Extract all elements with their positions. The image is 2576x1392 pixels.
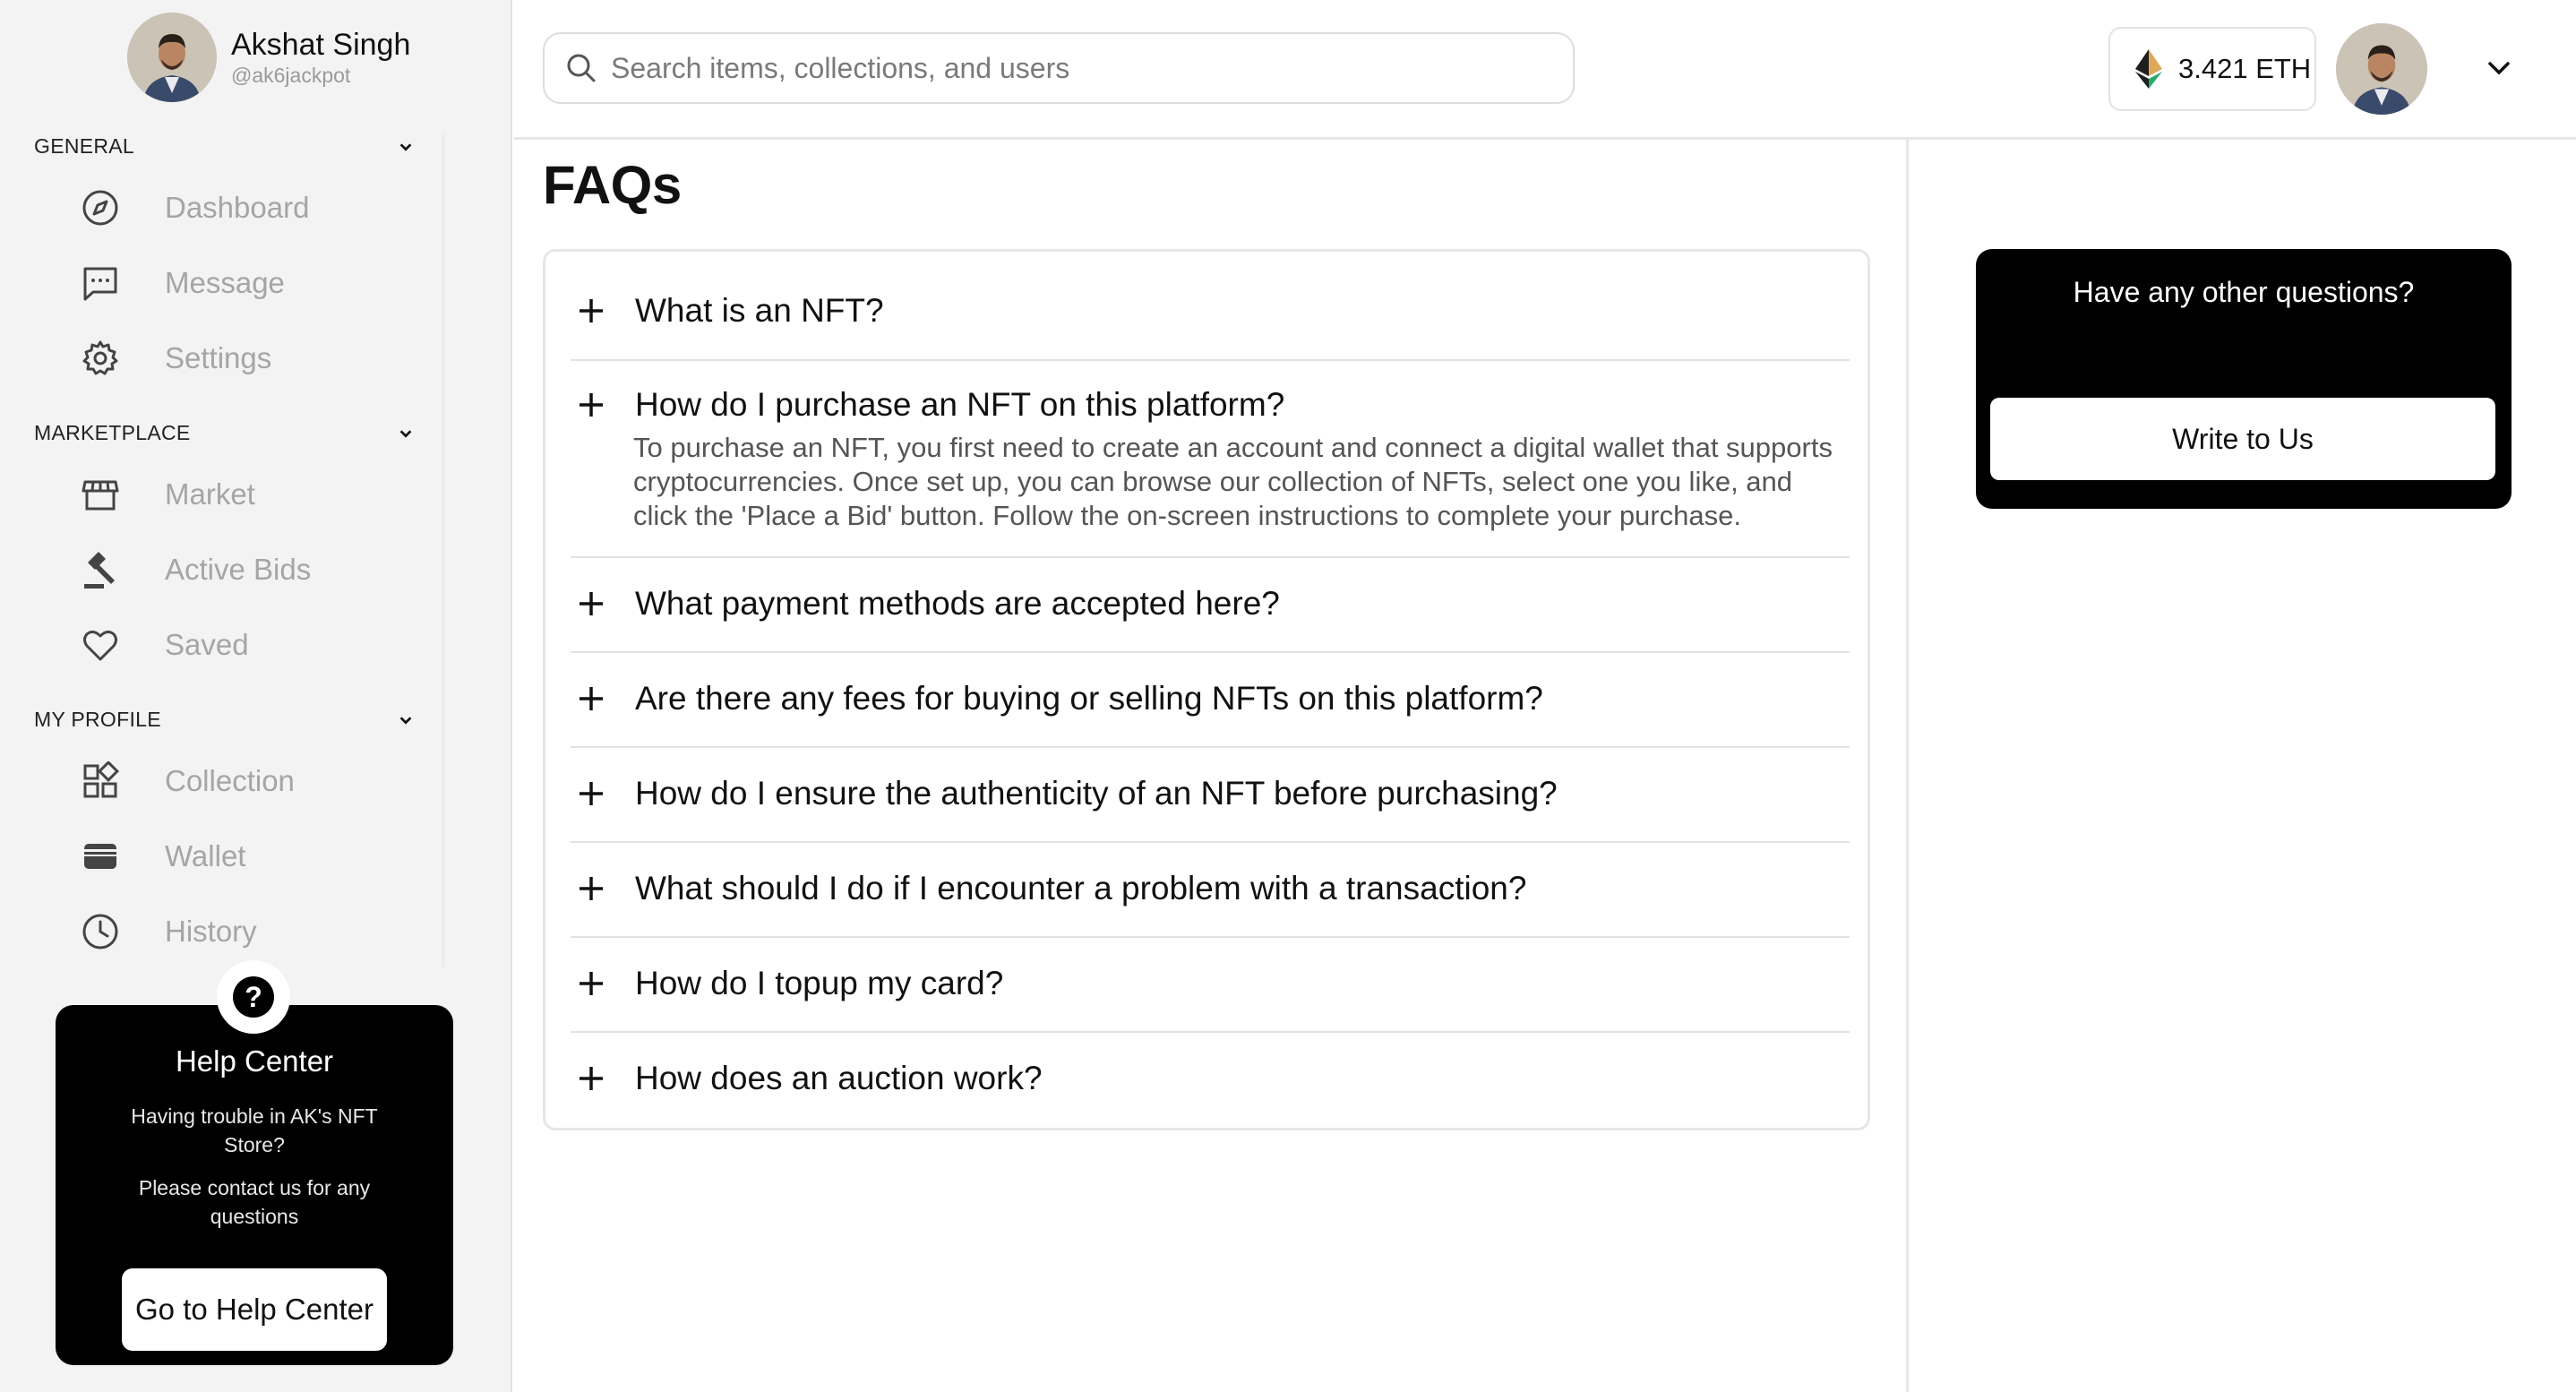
topbar: 3.421 ETH [514, 0, 2576, 140]
sidebar-item-label: Collection [165, 764, 295, 797]
chevron-down-icon [399, 142, 412, 151]
plus-icon [580, 687, 603, 710]
user-name: Akshat Singh [231, 28, 411, 62]
clock-icon [79, 910, 122, 953]
store-icon [79, 473, 122, 516]
faq-item[interactable]: What payment methods are accepted here? [571, 558, 1850, 653]
faq-item[interactable]: How do I topup my card? [571, 938, 1850, 1033]
faq-question: What should I do if I encounter a proble… [635, 870, 1527, 907]
eth-balance: 3.421 ETH [2178, 53, 2312, 84]
help-center-card: Help Center Having trouble in AK's NFT S… [56, 1005, 453, 1365]
heart-icon [79, 623, 122, 666]
sidebar: Akshat Singh @ak6jackpot GENERAL Dashboa… [0, 0, 512, 1392]
gavel-icon [79, 548, 122, 591]
plus-icon [580, 393, 603, 417]
faq-item[interactable]: What is an NFT? [571, 252, 1850, 361]
section-title: MY PROFILE [34, 708, 161, 731]
sidebar-item-label: Dashboard [165, 191, 310, 224]
content-divider [1906, 140, 1909, 1392]
grid-icon [79, 760, 122, 803]
faq-list: What is an NFT? How do I purchase an NFT… [543, 249, 1870, 1130]
wallet-icon [79, 835, 122, 878]
section-title: MARKETPLACE [34, 421, 191, 444]
sidebar-item-label: Market [165, 477, 255, 511]
faq-question: Are there any fees for buying or selling… [635, 680, 1543, 717]
sidebar-item-wallet[interactable]: Wallet [79, 829, 437, 883]
faq-question: How does an auction work? [635, 1060, 1043, 1096]
search-bar[interactable] [543, 32, 1575, 104]
plus-icon [580, 1067, 603, 1090]
faq-item[interactable]: What should I do if I encounter a proble… [571, 843, 1850, 938]
section-general-header[interactable]: GENERAL [34, 134, 414, 159]
sidebar-item-label: Message [165, 266, 285, 299]
sidebar-item-saved[interactable]: Saved [79, 618, 437, 672]
message-icon [79, 262, 122, 305]
plus-icon [580, 299, 603, 322]
compass-icon [79, 186, 122, 229]
sidebar-item-active-bids[interactable]: Active Bids [79, 543, 437, 597]
faq-item[interactable]: How do I ensure the authenticity of an N… [571, 748, 1850, 843]
sidebar-item-collection[interactable]: Collection [79, 754, 437, 808]
question-icon: ? [233, 976, 274, 1018]
sidebar-item-history[interactable]: History [79, 905, 437, 958]
sidebar-item-settings[interactable]: Settings [79, 331, 437, 385]
avatar[interactable] [2336, 23, 2427, 115]
section-marketplace-header[interactable]: MARKETPLACE [34, 421, 414, 445]
faq-question: How do I ensure the authenticity of an N… [635, 775, 1558, 812]
sidebar-item-label: History [165, 915, 257, 948]
sidebar-item-message[interactable]: Message [79, 256, 437, 310]
help-center-title: Help Center [175, 1044, 334, 1078]
go-to-help-center-button[interactable]: Go to Help Center [122, 1268, 387, 1351]
faq-question: What is an NFT? [635, 292, 884, 329]
plus-icon [580, 972, 603, 995]
chevron-down-icon [399, 716, 412, 725]
user-profile[interactable]: Akshat Singh @ak6jackpot [127, 13, 410, 102]
plus-icon [580, 877, 603, 900]
faq-question: How do I purchase an NFT on this platfor… [635, 386, 1285, 423]
section-title: GENERAL [34, 134, 135, 158]
chevron-down-icon [399, 429, 412, 438]
sidebar-item-label: Settings [165, 341, 272, 374]
help-center-text: Having trouble in AK's NFT Store? [131, 1104, 378, 1156]
sidebar-item-label: Wallet [165, 839, 246, 872]
plus-icon [580, 592, 603, 615]
faq-question: What payment methods are accepted here? [635, 585, 1280, 622]
contact-title: Have any other questions? [2073, 276, 2415, 308]
write-to-us-button[interactable]: Write to Us [1990, 398, 2495, 480]
faq-item[interactable]: Are there any fees for buying or selling… [571, 653, 1850, 748]
section-my-profile-header[interactable]: MY PROFILE [34, 708, 414, 732]
faq-question: How do I topup my card? [635, 965, 1004, 1001]
plus-icon [580, 782, 603, 805]
sidebar-item-dashboard[interactable]: Dashboard [79, 181, 437, 235]
faq-answer: To purchase an NFT, you first need to cr… [633, 432, 1833, 531]
sidebar-item-market[interactable]: Market [79, 468, 437, 521]
page-title: FAQs [543, 155, 682, 215]
help-badge: ? [217, 960, 290, 1034]
search-icon [567, 54, 596, 82]
ethereum-icon [2135, 49, 2162, 89]
sidebar-item-label: Active Bids [165, 553, 312, 586]
wallet-balance[interactable]: 3.421 ETH [2108, 27, 2316, 111]
contact-card: Have any other questions? Write to Us [1976, 249, 2512, 509]
avatar [127, 13, 217, 102]
chevron-down-icon[interactable] [2483, 52, 2515, 84]
search-input[interactable] [611, 51, 1507, 85]
user-handle: @ak6jackpot [231, 64, 351, 87]
sidebar-item-label: Saved [165, 628, 249, 661]
faq-item-expanded[interactable]: How do I purchase an NFT on this platfor… [571, 361, 1850, 558]
sidebar-divider [442, 134, 444, 967]
gear-icon [79, 337, 122, 380]
help-center-text: Please contact us for any questions [138, 1176, 371, 1228]
faq-item[interactable]: How does an auction work? [571, 1033, 1850, 1128]
